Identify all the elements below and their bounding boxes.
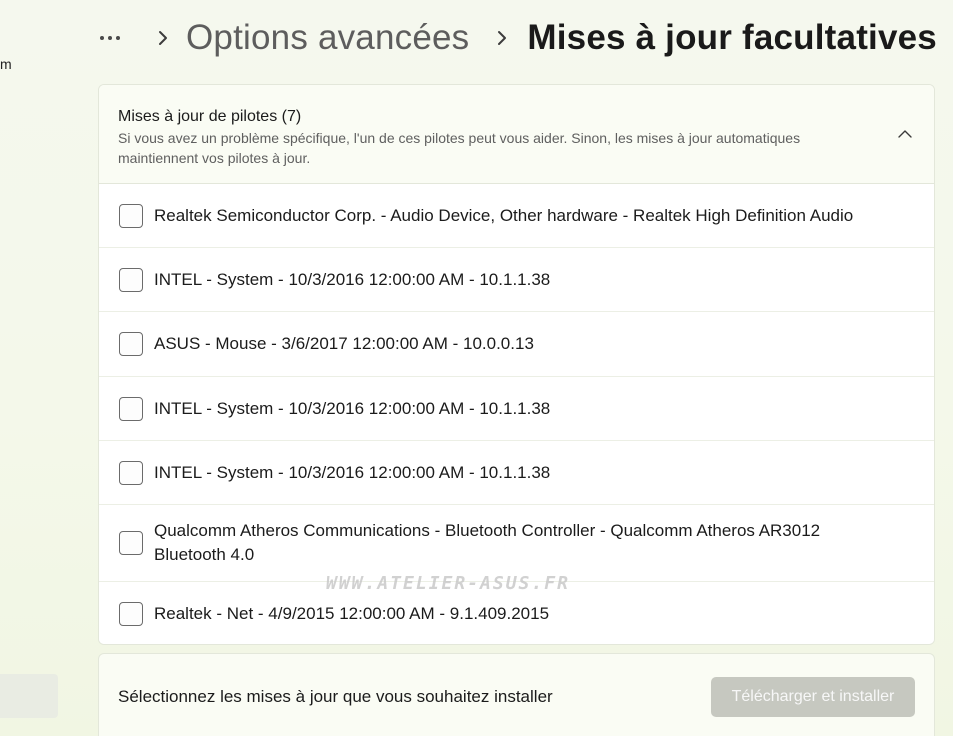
driver-label: INTEL - System - 10/3/2016 12:00:00 AM -… — [154, 462, 551, 482]
checkbox[interactable] — [119, 267, 143, 292]
checkbox[interactable] — [119, 460, 143, 485]
more-ellipsis-icon[interactable] — [100, 28, 134, 48]
checkbox[interactable] — [119, 332, 143, 356]
driver-updates-header[interactable]: Mises à jour de pilotes (7) Si vous avez… — [99, 85, 934, 184]
checkbox[interactable] — [119, 531, 143, 555]
driver-label: Realtek Semiconductor Corp. - Audio Devi… — [154, 205, 854, 225]
install-footer: Sélectionnez les mises à jour que vous s… — [98, 653, 935, 736]
download-install-button[interactable]: Télécharger et installer — [711, 677, 915, 717]
left-nav-selected-item[interactable] — [0, 674, 58, 718]
driver-row[interactable]: Realtek Semiconductor Corp. - Audio Devi… — [99, 184, 934, 248]
driver-updates-description: Si vous avez un problème spécifique, l'u… — [118, 130, 801, 166]
driver-label: INTEL - System - 10/3/2016 12:00:00 AM -… — [154, 269, 551, 289]
driver-label: ASUS - Mouse - 3/6/2017 12:00:00 AM - 10… — [154, 334, 534, 353]
chevron-right-icon — [487, 14, 517, 62]
install-prompt: Sélectionnez les mises à jour que vous s… — [118, 687, 553, 706]
driver-label: INTEL - System - 10/3/2016 12:00:00 AM -… — [154, 398, 551, 418]
chevron-right-icon — [148, 14, 178, 62]
driver-updates-section: Mises à jour de pilotes (7) Si vous avez… — [98, 84, 935, 645]
watermark: WWW.ATELIER-ASUS.FR — [326, 573, 570, 594]
breadcrumb-parent-link[interactable]: Options avancées — [186, 18, 469, 58]
driver-label: Qualcomm Atheros Communications - Blueto… — [154, 521, 821, 564]
driver-updates-title: Mises à jour de pilotes (7) — [118, 108, 302, 125]
checkbox[interactable] — [119, 396, 143, 421]
driver-row[interactable]: INTEL - System - 10/3/2016 12:00:00 AM -… — [99, 248, 934, 312]
chevron-up-icon[interactable] — [896, 125, 914, 143]
page-title: Mises à jour facultatives — [527, 18, 937, 57]
driver-row[interactable]: ASUS - Mouse - 3/6/2017 12:00:00 AM - 10… — [99, 312, 934, 377]
driver-row[interactable]: INTEL - System - 10/3/2016 12:00:00 AM -… — [99, 377, 934, 441]
driver-row[interactable]: Qualcomm Atheros Communications - Blueto… — [99, 505, 934, 582]
checkbox[interactable] — [119, 601, 143, 626]
breadcrumb: Options avancées Mises à jour facultativ… — [100, 14, 937, 62]
checkbox[interactable] — [119, 203, 143, 228]
left-nav-truncated-label: m — [0, 56, 12, 72]
driver-label: Realtek - Net - 4/9/2015 12:00:00 AM - 9… — [154, 603, 550, 623]
driver-row[interactable]: INTEL - System - 10/3/2016 12:00:00 AM -… — [99, 441, 934, 505]
